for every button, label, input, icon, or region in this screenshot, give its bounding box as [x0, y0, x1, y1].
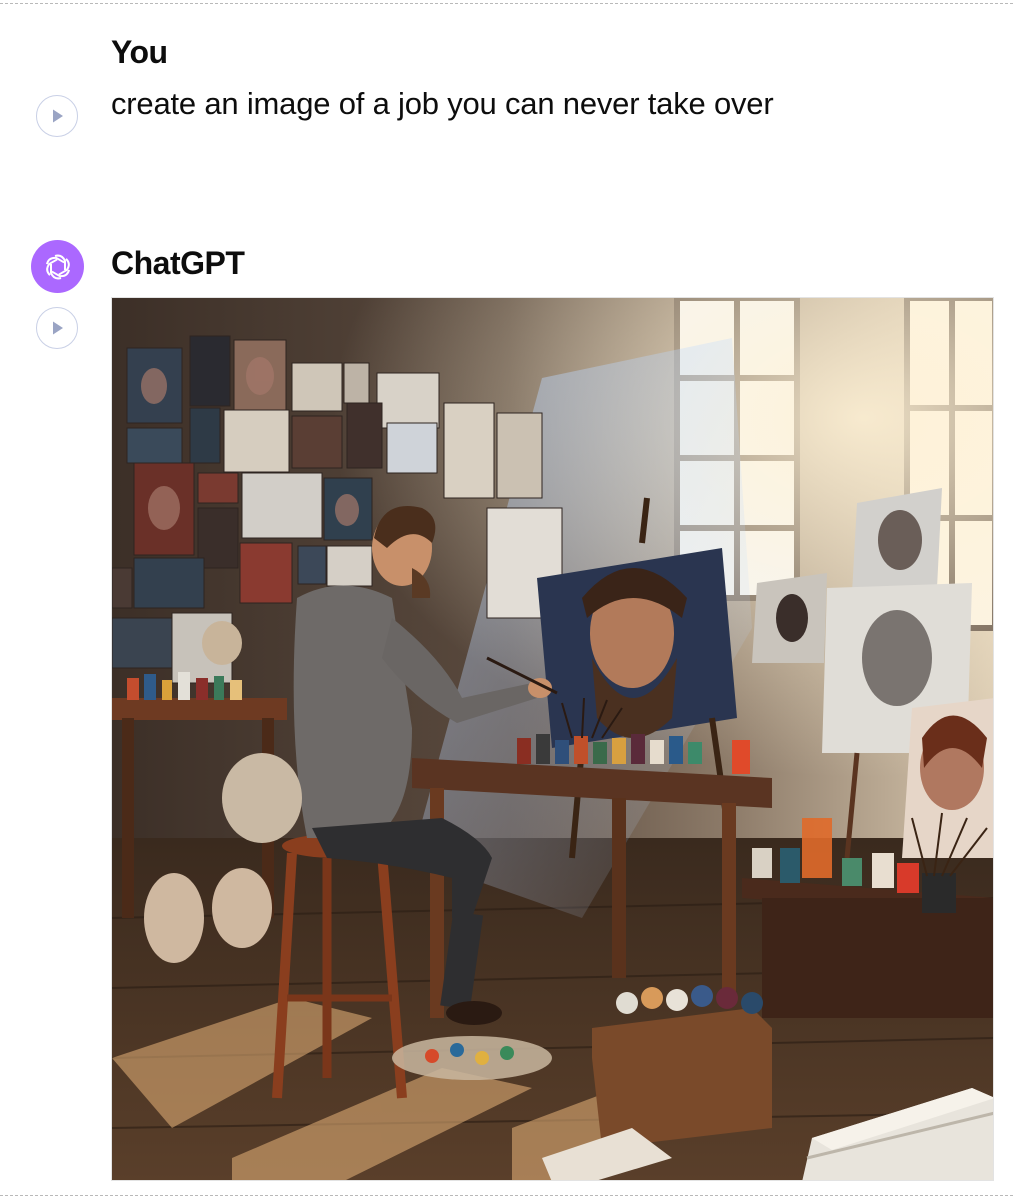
chatgpt-avatar [31, 240, 84, 293]
top-dashed-divider [0, 3, 1013, 4]
assistant-sender-label: ChatGPT [111, 245, 245, 281]
bottom-dashed-divider [0, 1195, 1013, 1196]
generated-image[interactable] [111, 297, 994, 1181]
user-sender-label: You [111, 34, 168, 70]
user-message-text: create an image of a job you can never t… [111, 86, 774, 121]
painter-studio-illustration [112, 298, 993, 1180]
openai-logo-icon [45, 254, 70, 279]
play-icon [53, 321, 63, 335]
read-aloud-button[interactable] [36, 95, 78, 137]
play-icon [53, 109, 63, 123]
read-aloud-button[interactable] [36, 307, 78, 349]
